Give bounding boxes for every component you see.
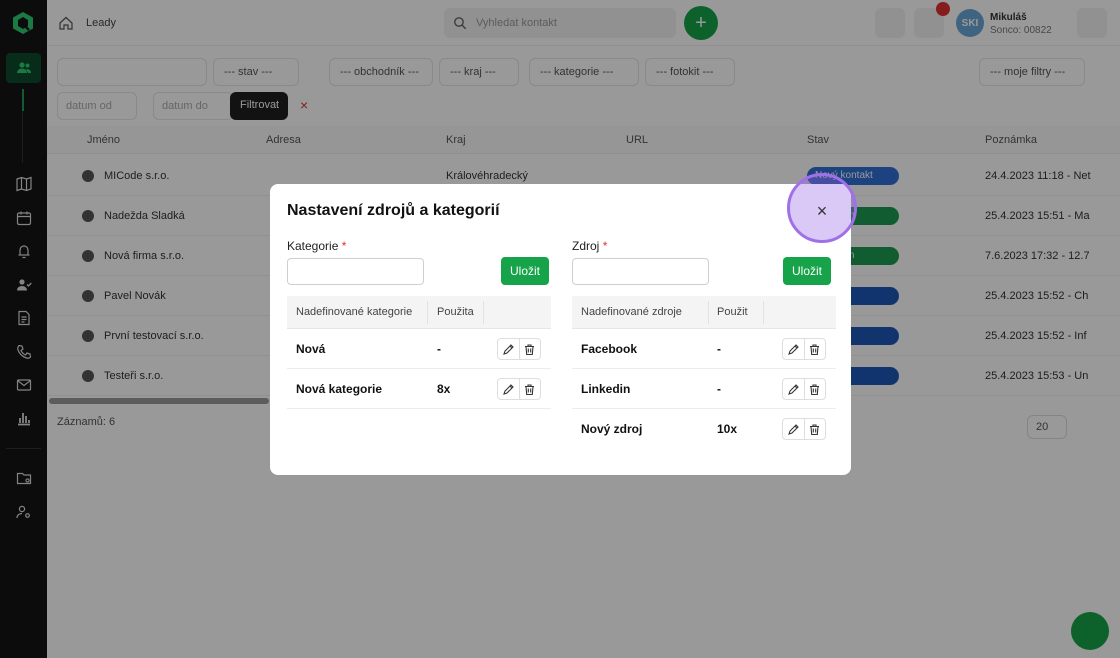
col-divider xyxy=(483,301,484,324)
source-used: - xyxy=(717,382,721,396)
category-label: Kategorie * xyxy=(287,239,346,253)
save-source-button[interactable]: Uložit xyxy=(783,257,831,285)
list-item: Nový zdroj 10x xyxy=(572,409,836,449)
col-divider xyxy=(763,301,764,324)
row-actions xyxy=(782,338,826,360)
category-used: 8x xyxy=(437,382,451,396)
category-label-text: Kategorie xyxy=(287,239,339,253)
source-label: Zdroj * xyxy=(572,239,607,253)
category-name: Nová xyxy=(296,342,326,356)
trash-icon xyxy=(525,343,535,355)
category-used: - xyxy=(437,342,441,356)
category-input[interactable] xyxy=(287,258,424,285)
pencil-icon xyxy=(503,383,514,395)
list-item: Facebook - xyxy=(572,329,836,369)
required-mark: * xyxy=(341,239,347,253)
row-actions xyxy=(497,338,541,360)
col-defined-categories: Nadefinované kategorie xyxy=(296,306,413,318)
category-name: Nová kategorie xyxy=(296,382,383,396)
pencil-icon xyxy=(788,383,799,395)
required-mark: * xyxy=(602,239,608,253)
edit-button[interactable] xyxy=(783,339,804,359)
source-name: Linkedin xyxy=(581,382,631,396)
col-defined-sources: Nadefinované zdroje xyxy=(581,306,682,318)
close-icon[interactable]: × xyxy=(812,201,832,221)
delete-button[interactable] xyxy=(518,339,540,359)
list-item: Linkedin - xyxy=(572,369,836,409)
categories-table: Nadefinované kategorie Použita Nová - No… xyxy=(287,296,551,409)
pencil-icon xyxy=(788,423,799,435)
edit-button[interactable] xyxy=(498,379,519,399)
trash-icon xyxy=(525,383,535,395)
categories-table-header: Nadefinované kategorie Použita xyxy=(287,296,551,329)
trash-icon xyxy=(810,423,820,435)
col-used: Použita xyxy=(437,306,474,318)
col-divider xyxy=(708,301,709,324)
delete-button[interactable] xyxy=(803,339,825,359)
delete-button[interactable] xyxy=(518,379,540,399)
list-item: Nová kategorie 8x xyxy=(287,369,551,409)
list-item: Nová - xyxy=(287,329,551,369)
edit-button[interactable] xyxy=(498,339,519,359)
edit-button[interactable] xyxy=(783,379,804,399)
delete-button[interactable] xyxy=(803,379,825,399)
sources-table-header: Nadefinované zdroje Použit xyxy=(572,296,836,329)
row-actions xyxy=(782,378,826,400)
edit-button[interactable] xyxy=(783,419,804,439)
trash-icon xyxy=(810,383,820,395)
source-name: Nový zdroj xyxy=(581,422,643,436)
pencil-icon xyxy=(788,343,799,355)
sources-table: Nadefinované zdroje Použit Facebook - Li… xyxy=(572,296,836,449)
col-used: Použit xyxy=(717,306,748,318)
source-name: Facebook xyxy=(581,342,638,356)
source-used: 10x xyxy=(717,422,738,436)
delete-button[interactable] xyxy=(803,419,825,439)
pencil-icon xyxy=(503,343,514,355)
sources-categories-modal: Nastavení zdrojů a kategorií × Kategorie… xyxy=(270,173,857,475)
row-actions xyxy=(782,418,826,440)
source-label-text: Zdroj xyxy=(572,239,600,253)
modal-title: Nastavení zdrojů a kategorií xyxy=(287,202,500,219)
source-used: - xyxy=(717,342,721,356)
save-category-button[interactable]: Uložit xyxy=(501,257,549,285)
trash-icon xyxy=(810,343,820,355)
col-divider xyxy=(427,301,428,324)
source-input[interactable] xyxy=(572,258,709,285)
row-actions xyxy=(497,378,541,400)
